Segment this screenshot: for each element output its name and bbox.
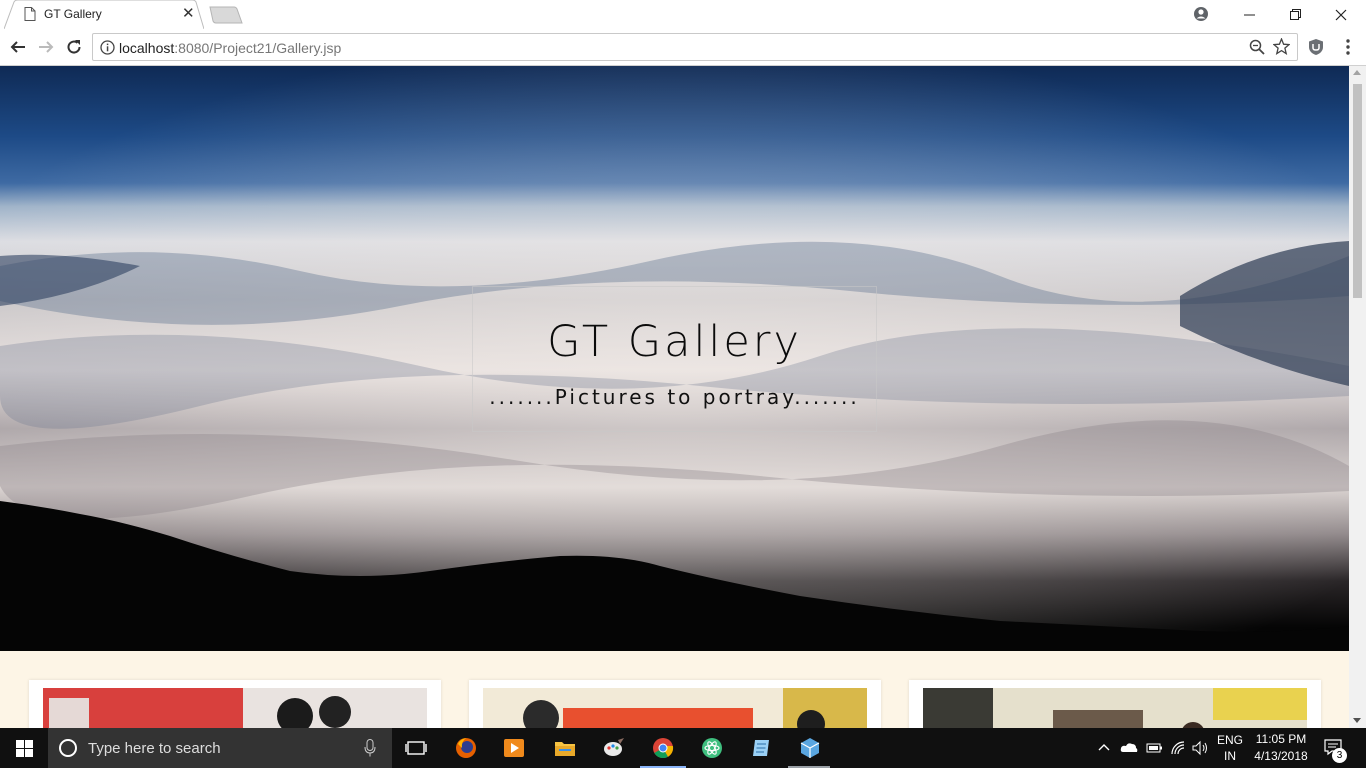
restore-icon [1289, 9, 1301, 20]
windows-logo-icon [15, 739, 33, 757]
media-player-icon[interactable] [502, 736, 526, 760]
clock-date[interactable]: 4/13/2018 [1250, 749, 1312, 763]
address-bar[interactable]: localhost:8080/Project21/Gallery.jsp [92, 33, 1298, 61]
url-text[interactable]: localhost:8080/Project21/Gallery.jsp [119, 40, 341, 56]
notes-app-icon[interactable] [749, 736, 773, 760]
site-title: GT Gallery [547, 317, 802, 367]
bookmark-star-icon[interactable] [1273, 38, 1290, 55]
virtualbox-icon[interactable] [798, 736, 822, 760]
gallery-card[interactable] [29, 680, 441, 728]
page-icon [24, 7, 36, 21]
cortana-icon [59, 739, 77, 757]
back-button[interactable] [8, 37, 28, 57]
tab-strip: GT Gallery ✕ [0, 0, 1366, 29]
taskbar-search-box[interactable]: Type here to search [48, 728, 392, 768]
gallery-card[interactable] [469, 680, 881, 728]
gallery-card[interactable] [909, 680, 1321, 728]
task-view-icon[interactable] [404, 736, 428, 760]
windows-taskbar: Type here to search ENG IN 11:05 PM 4/13… [0, 728, 1366, 768]
notification-badge: 3 [1332, 748, 1347, 763]
forward-button[interactable] [36, 37, 56, 57]
restore-button[interactable] [1272, 0, 1318, 29]
page-viewport: GT Gallery .......Pictures to portray...… [0, 66, 1349, 728]
info-icon[interactable] [100, 40, 115, 55]
firefox-icon[interactable] [454, 736, 478, 760]
gallery-photo[interactable] [923, 688, 1307, 728]
minimize-icon [1243, 14, 1255, 15]
close-icon [1335, 9, 1347, 20]
hero-title-box: GT Gallery .......Pictures to portray...… [472, 286, 877, 432]
tab-title: GT Gallery [44, 7, 102, 21]
close-window-button[interactable] [1318, 0, 1364, 29]
url-host: localhost [119, 40, 175, 56]
search-placeholder: Type here to search [88, 740, 221, 757]
vertical-scrollbar[interactable] [1349, 66, 1366, 728]
onedrive-sync-icon[interactable] [1120, 740, 1138, 756]
close-tab-icon[interactable]: ✕ [182, 5, 195, 23]
reload-button[interactable] [64, 37, 84, 57]
start-button[interactable] [0, 728, 48, 768]
atom-editor-icon[interactable] [700, 736, 724, 760]
forward-arrow-icon [39, 41, 54, 53]
new-tab-button[interactable] [208, 6, 244, 24]
show-hidden-icons-icon[interactable] [1098, 742, 1110, 752]
hero-banner: GT Gallery .......Pictures to portray...… [0, 66, 1349, 651]
back-arrow-icon [10, 41, 25, 53]
scroll-down-arrow-icon[interactable] [1353, 718, 1361, 723]
gallery-photo[interactable] [43, 688, 427, 728]
clock-time[interactable]: 11:05 PM [1250, 732, 1312, 746]
scroll-thumb[interactable] [1353, 84, 1362, 298]
zoom-icon[interactable] [1249, 39, 1265, 55]
reload-icon [67, 40, 81, 54]
paint-icon[interactable] [602, 736, 626, 760]
menu-icon[interactable] [1343, 37, 1353, 57]
wifi-icon[interactable] [1170, 740, 1186, 756]
file-explorer-icon[interactable] [553, 736, 577, 760]
scroll-up-arrow-icon[interactable] [1353, 70, 1361, 75]
minimize-button[interactable] [1226, 0, 1272, 29]
site-tagline: .......Pictures to portray....... [489, 385, 860, 409]
gallery-photo[interactable] [483, 688, 867, 728]
volume-icon[interactable] [1192, 740, 1210, 756]
url-path: :8080/Project21/Gallery.jsp [174, 40, 342, 56]
microphone-icon[interactable] [364, 739, 376, 757]
account-icon[interactable] [1193, 6, 1209, 22]
input-region[interactable]: IN [1216, 749, 1244, 763]
shield-extension-icon[interactable] [1308, 38, 1324, 56]
input-language[interactable]: ENG [1216, 733, 1244, 747]
browser-toolbar: localhost:8080/Project21/Gallery.jsp [0, 29, 1366, 66]
chrome-icon[interactable] [651, 736, 675, 760]
battery-icon[interactable] [1145, 741, 1163, 755]
